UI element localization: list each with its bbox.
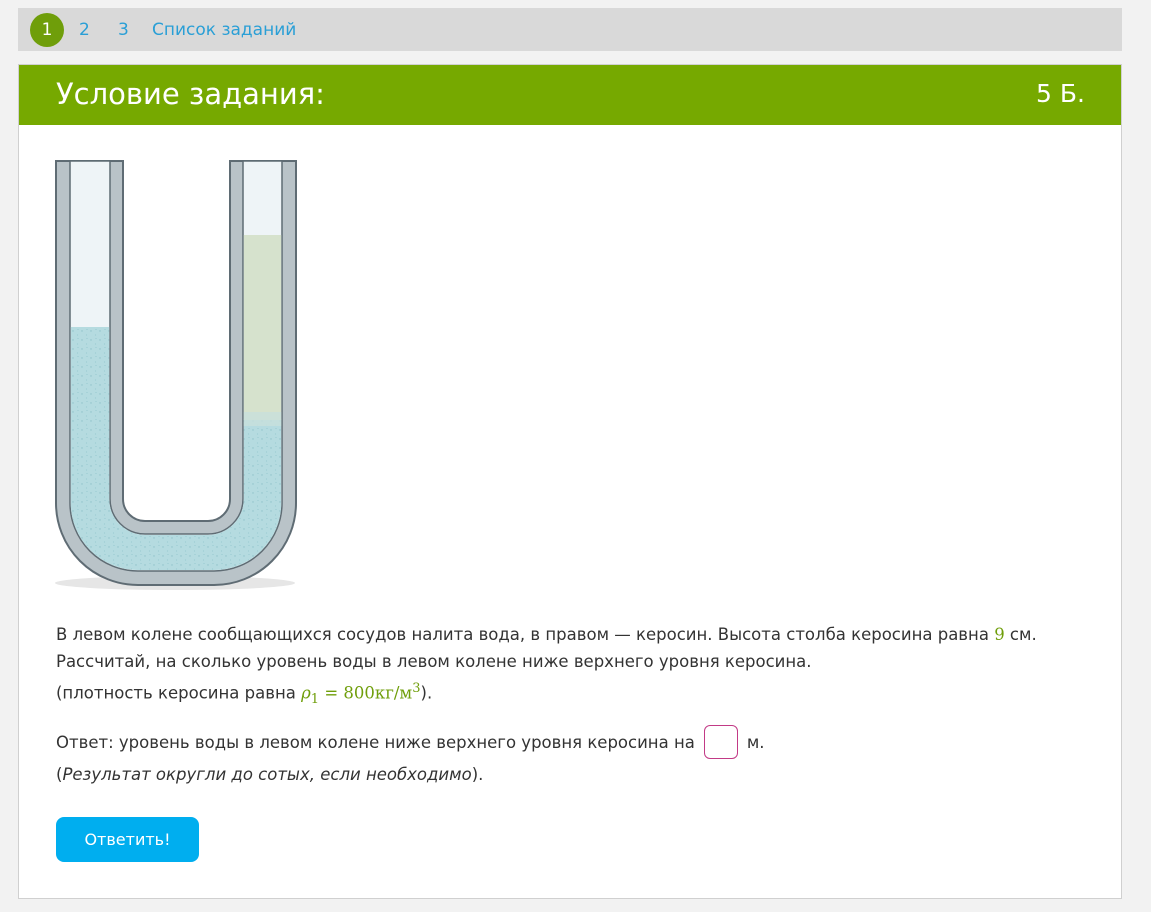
hint-text: Результат округли до сотых, если необход… <box>62 765 472 784</box>
rho-subscript: 1 <box>310 691 320 707</box>
density-value: = 800 <box>319 683 375 703</box>
task-statement: В левом колене сообщающихся сосудов нали… <box>56 621 1096 713</box>
task-card: Условие задания: 5 Б. В левом колене соо… <box>18 64 1122 899</box>
task-list-link[interactable]: Список заданий <box>152 20 296 40</box>
rho-symbol: ρ <box>301 683 311 703</box>
answer-unit: м. <box>746 732 765 752</box>
kerosene-height-value: 9 <box>994 625 1005 644</box>
tab-3[interactable]: 3 <box>118 20 129 40</box>
answer-label: Ответ: уровень воды в левом колене ниже … <box>56 732 695 752</box>
task-text-part: В левом колене сообщающихся сосудов нали… <box>56 625 995 644</box>
submit-button[interactable]: Ответить! <box>56 817 199 862</box>
density-label: (плотность керосина равна <box>56 683 302 703</box>
task-line-3: (плотность керосина равна ρ1 = 800кг/м3)… <box>56 675 1096 713</box>
points-badge: 5 Б. <box>1036 79 1085 108</box>
answer-line: Ответ: уровень воды в левом колене ниже … <box>56 725 765 759</box>
hint-close: ). <box>471 765 484 784</box>
unit-exponent: 3 <box>412 681 421 696</box>
u-tube-image <box>55 160 297 590</box>
answer-input[interactable] <box>703 725 738 759</box>
task-navigation: 1 2 3 Список заданий <box>18 8 1122 51</box>
density-close: ). <box>420 683 433 703</box>
task-line-1: В левом колене сообщающихся сосудов нали… <box>56 621 1096 648</box>
task-header: Условие задания: 5 Б. <box>19 65 1121 125</box>
rounding-hint: (Результат округли до сотых, если необхо… <box>56 765 483 784</box>
density-unit: кг/м <box>374 683 413 703</box>
kerosene-water-boundary <box>243 412 282 426</box>
page-title: Условие задания: <box>56 77 325 111</box>
kerosene <box>243 235 282 420</box>
tab-1[interactable]: 1 <box>30 13 64 47</box>
task-line-2: Рассчитай, на сколько уровень воды в лев… <box>56 652 812 671</box>
tab-2[interactable]: 2 <box>79 20 90 40</box>
task-text-part: см. <box>1004 625 1037 644</box>
